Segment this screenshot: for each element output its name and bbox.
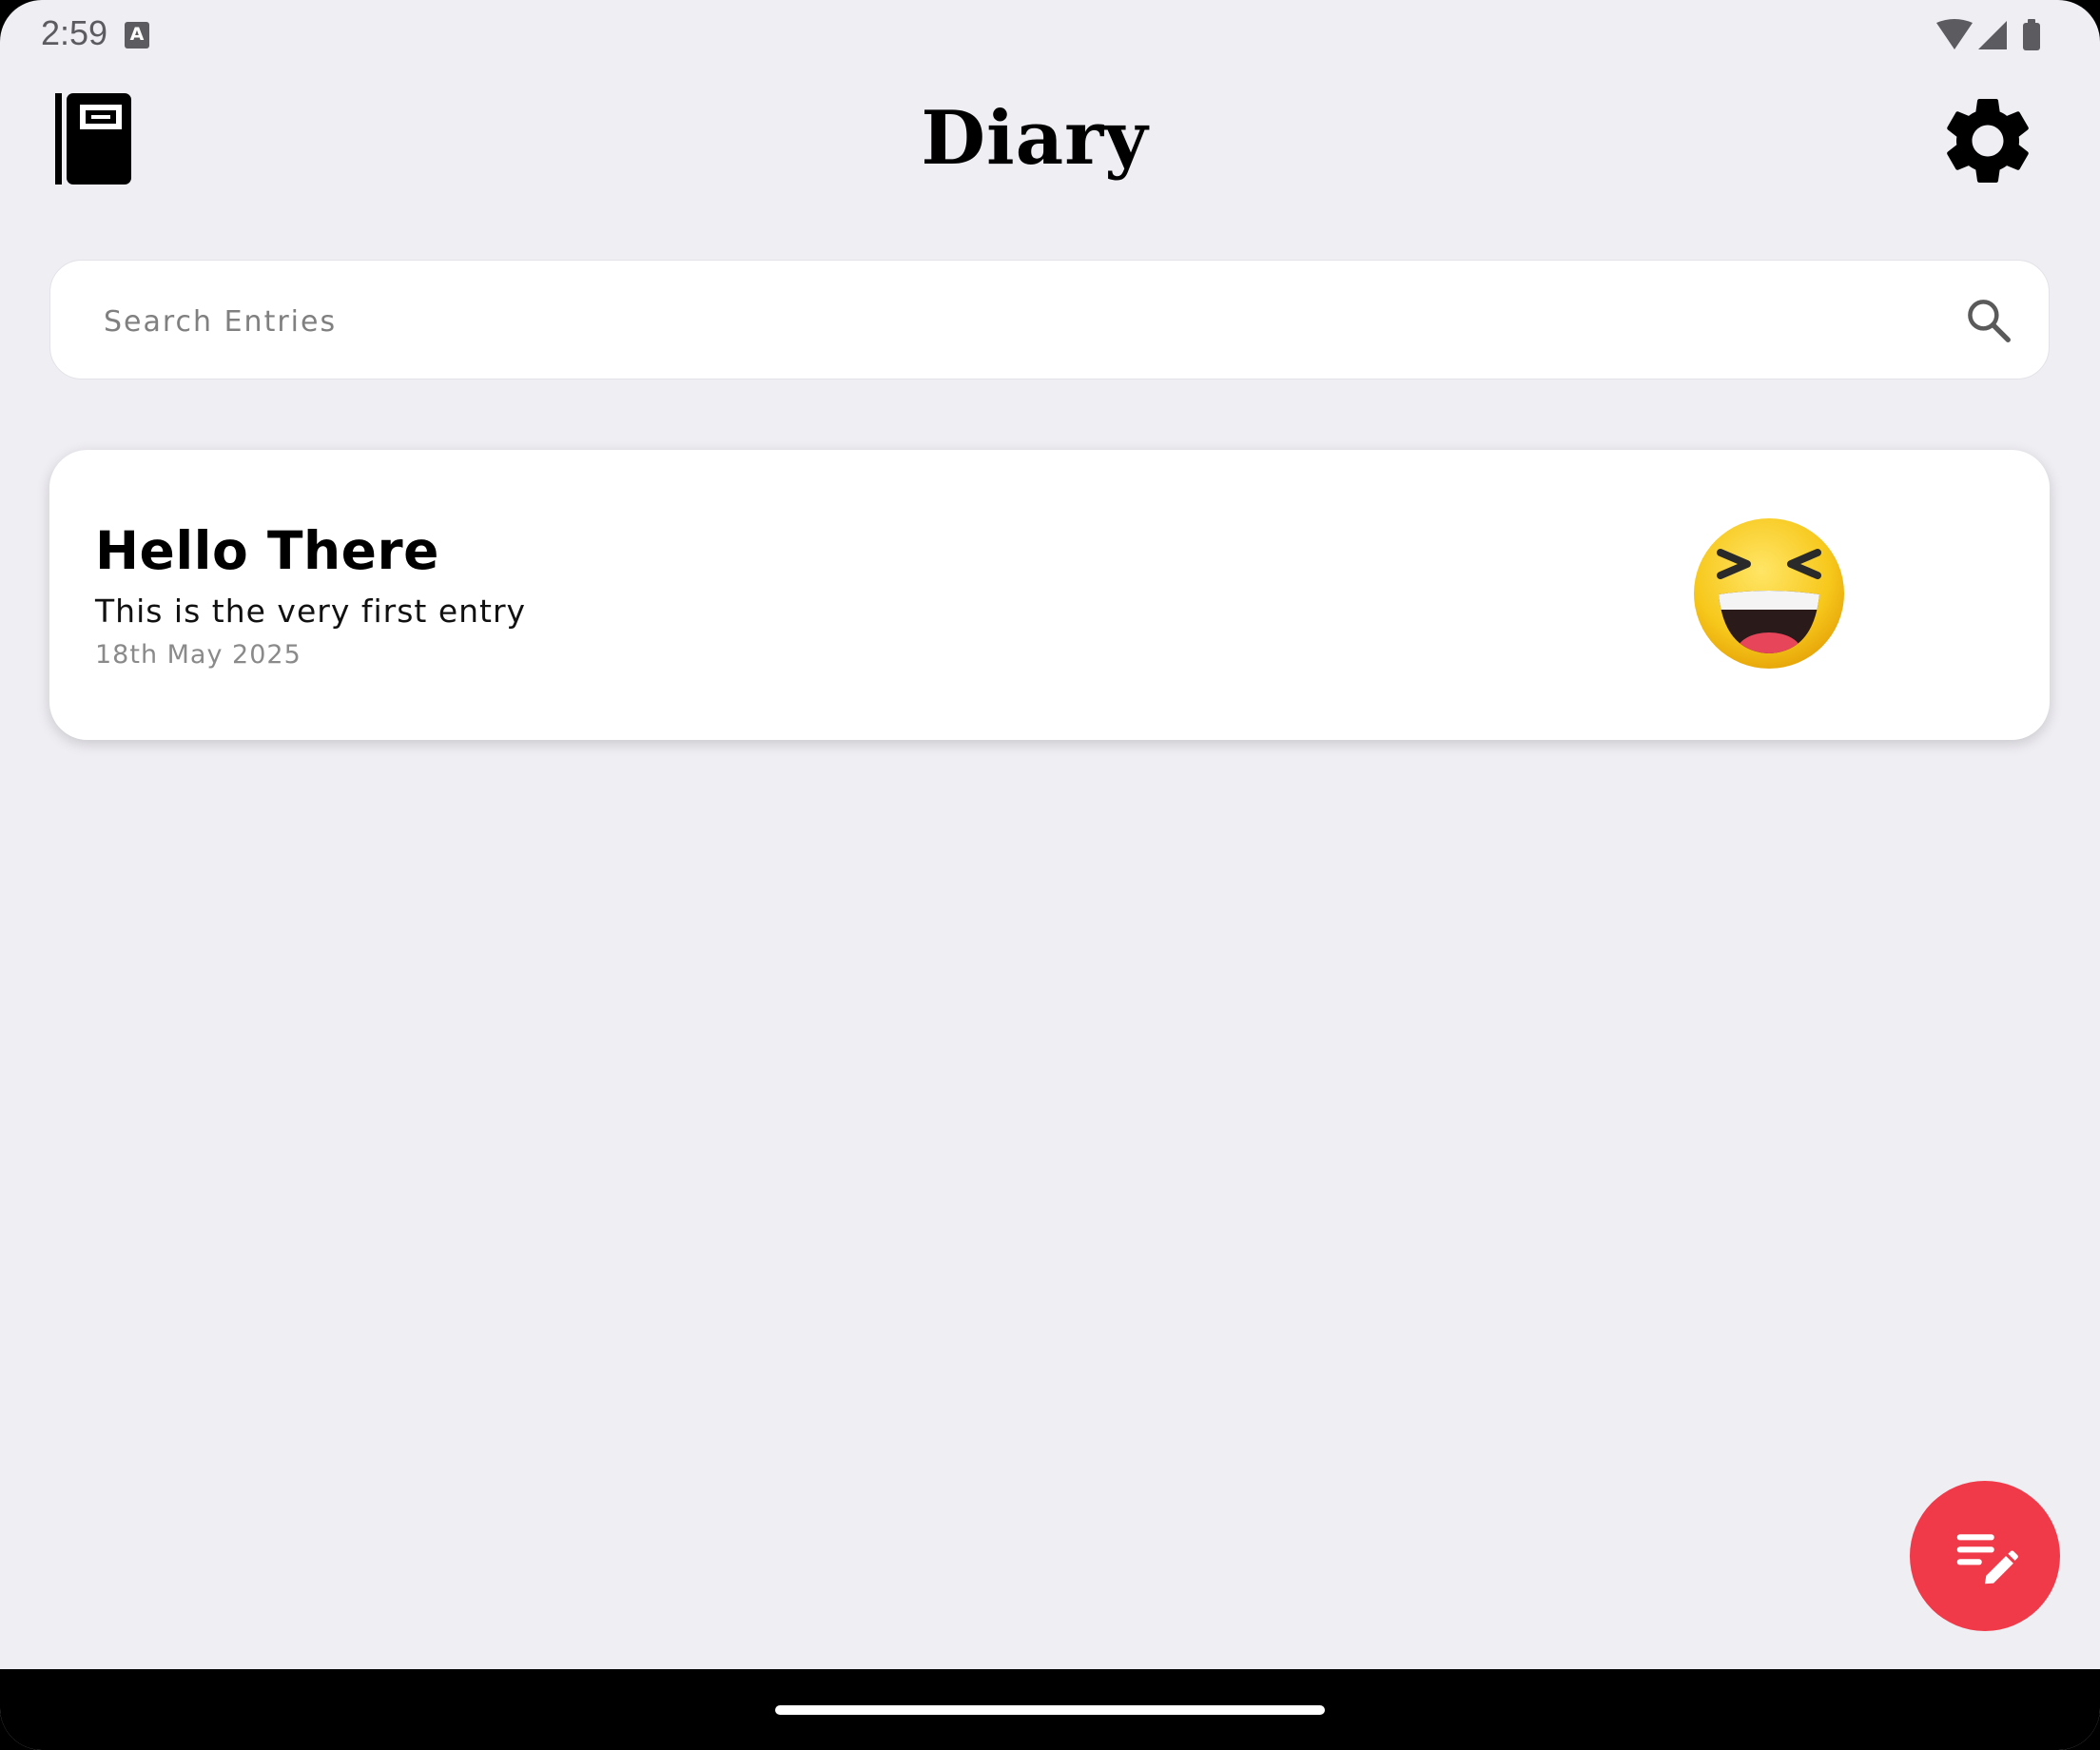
edit-note-icon [1956, 1534, 2018, 1585]
wifi-icon [1936, 19, 1973, 49]
page-title: Diary [921, 95, 1149, 182]
search-icon[interactable] [1963, 295, 2014, 346]
battery-icon [2023, 19, 2040, 50]
keyboard-notification-icon: A [125, 22, 149, 49]
entry-body: This is the very first entry [95, 593, 527, 630]
status-bar: 2:59 A [0, 0, 2100, 68]
search-bar [49, 260, 2050, 379]
entry-card[interactable]: Hello There This is the very first entry… [49, 450, 2050, 740]
system-nav-bar [0, 1669, 2100, 1750]
settings-button[interactable] [1931, 84, 2045, 198]
home-gesture-handle[interactable] [775, 1705, 1325, 1715]
laughing-face-emoji-icon [1694, 518, 1844, 669]
entry-title: Hello There [95, 520, 439, 581]
new-entry-button[interactable] [1910, 1481, 2060, 1631]
entry-date: 18th May 2025 [95, 640, 301, 670]
status-time: 2:59 [41, 13, 108, 52]
cell-signal-icon [1978, 21, 2007, 49]
search-input[interactable] [102, 287, 1913, 356]
gear-icon [1947, 98, 2029, 183]
status-icons [1936, 19, 2043, 51]
app-screen: 2:59 A Diary Search Entries Hello There … [0, 0, 2100, 1750]
